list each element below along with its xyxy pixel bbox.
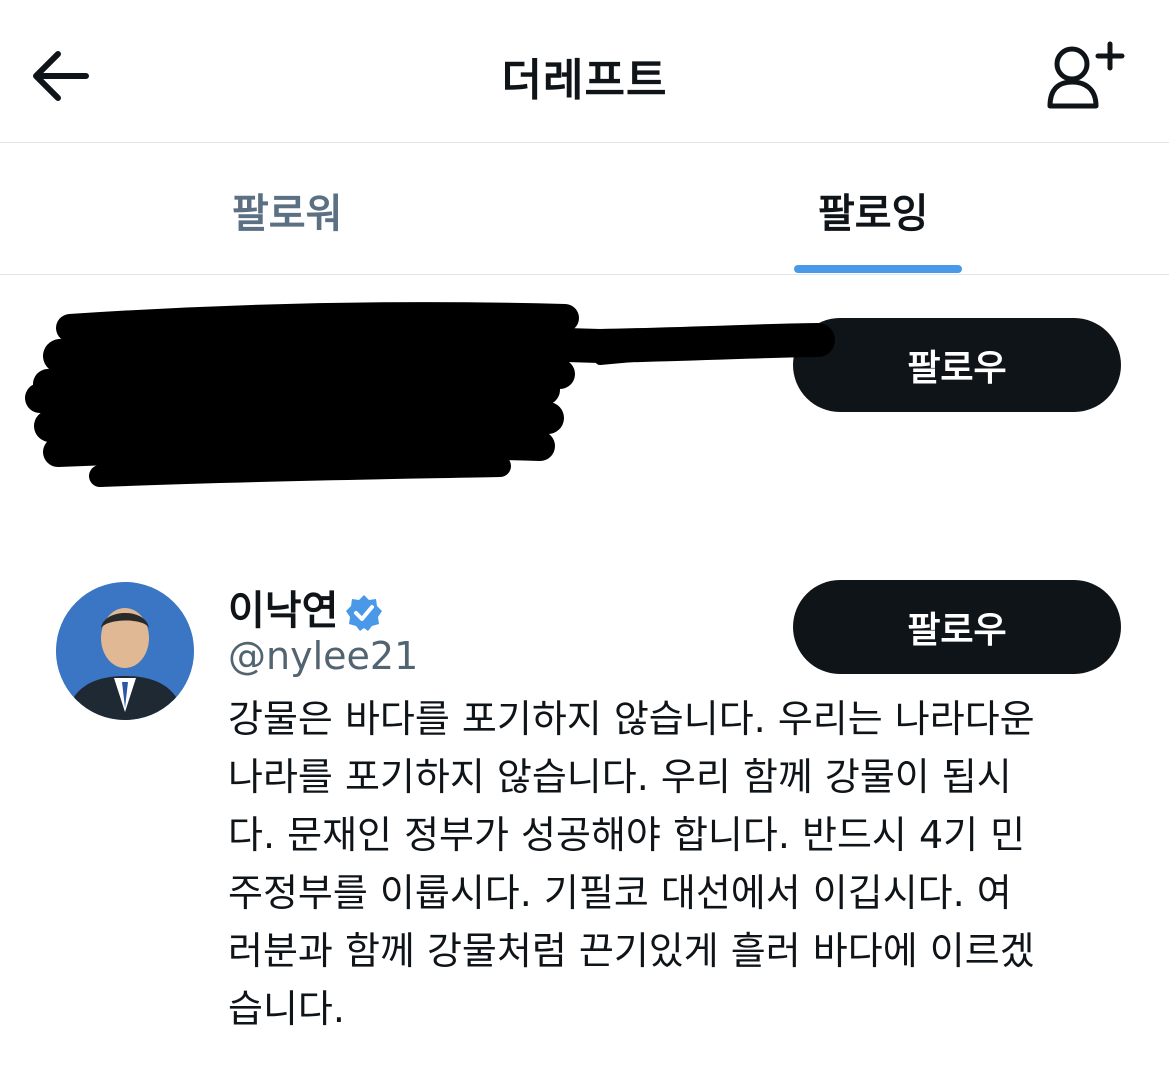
follow-button[interactable]: 팔로우 <box>793 580 1121 674</box>
avatar[interactable] <box>56 582 194 720</box>
person-plus-icon <box>1047 41 1125 109</box>
tab-bar: 팔로워 팔로잉 <box>0 143 1169 275</box>
follow-button[interactable]: 팔로우 <box>793 318 1121 412</box>
user-name: 탈라쿠스 짜질라 <box>228 322 500 368</box>
tab-followers[interactable]: 팔로워 <box>232 181 342 239</box>
user-handle: @yoongaphee <box>228 372 502 416</box>
tab-following[interactable]: 팔로잉 <box>818 181 928 239</box>
top-bar: 더레프트 <box>0 0 1169 143</box>
user-bio: 차분한 사람 <box>228 435 415 479</box>
user-row[interactable]: 탈라쿠스 짜질라 @yoongaphee 차분한 사람 팔로우 <box>0 276 1169 506</box>
profile-photo <box>56 582 194 720</box>
cartoon-avatar-image <box>56 320 184 448</box>
user-handle: @nylee21 <box>228 634 419 678</box>
page-title: 더레프트 <box>501 55 668 106</box>
verified-badge-icon <box>346 595 383 631</box>
user-bio: 강물은 바다를 포기하지 않습니다. 우리는 나라다운 나라를 포기하지 않습니… <box>228 697 1035 1031</box>
user-name-text: 이낙연 <box>228 588 339 634</box>
add-user-button[interactable] <box>1040 38 1130 112</box>
user-row[interactable]: 이낙연 @nylee21 강물은 바다를 포기하지 않습니다. 우리는 나라다운… <box>0 506 1169 1076</box>
active-tab-indicator <box>794 265 962 273</box>
user-name: 이낙연 <box>228 578 384 636</box>
avatar[interactable] <box>56 320 184 448</box>
